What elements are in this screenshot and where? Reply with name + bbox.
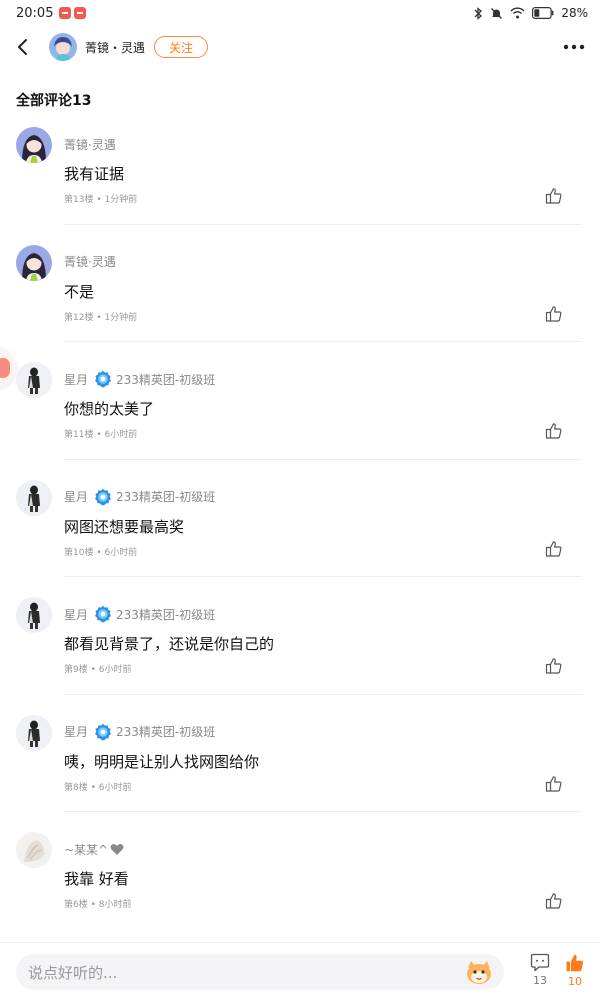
mute-icon	[491, 7, 503, 19]
avatar[interactable]	[16, 127, 52, 163]
user-badge: 233精英团-初级班	[94, 723, 215, 741]
like-icon[interactable]	[545, 892, 563, 910]
wifi-icon	[510, 7, 525, 19]
verified-badge-icon	[95, 370, 112, 388]
comment-text: 我靠 好看	[64, 870, 129, 888]
like-icon[interactable]	[545, 540, 563, 558]
post-header: 菁镜・灵遇 关注	[0, 26, 600, 68]
verified-badge-icon	[95, 605, 112, 623]
divider	[64, 341, 582, 342]
comment-count-button[interactable]: 13	[525, 953, 555, 987]
like-icon[interactable]	[545, 775, 563, 793]
like-icon[interactable]	[545, 422, 563, 440]
badge-text: 233精英团-初级班	[116, 725, 216, 739]
like-count: 10	[568, 975, 582, 988]
comment-meta: 第10楼 • 6小时前	[64, 547, 138, 558]
author-avatar[interactable]	[49, 33, 77, 61]
badge-text: 233精英团-初级班	[116, 372, 216, 387]
comment-input-placeholder: 说点好听的...	[28, 963, 118, 982]
thumbs-up-filled-icon	[566, 954, 584, 972]
comment-list: 菁镜·灵遇 我有证据 第13楼 • 1分钟前 菁镜·灵遇 不是 第12楼 • 1…	[0, 118, 600, 941]
comment-name-row: 星月 233精英团-初级班	[64, 723, 215, 741]
comment-count: 13	[533, 974, 547, 987]
comment-meta: 第11楼 • 6小时前	[64, 430, 138, 440]
battery-icon	[532, 7, 554, 19]
user-badge: 233精英团-初级班	[94, 370, 215, 388]
comment-text: 都看见背景了，还说是你自己的	[64, 635, 275, 653]
divider	[64, 576, 582, 577]
more-icon[interactable]	[562, 35, 586, 59]
comment-item: ~某某^ 我靠 好看 第6楼 • 8小时前	[0, 823, 600, 941]
comment-username[interactable]: 星月	[64, 606, 88, 623]
comment-meta: 第8楼 • 6小时前	[64, 782, 132, 793]
bottom-bar: 说点好听的... 13 10	[0, 942, 600, 1000]
comment-text: 不是	[64, 282, 95, 301]
comment-meta: 第12楼 • 1分钟前	[64, 312, 138, 323]
comment-username[interactable]: 星月	[64, 723, 88, 740]
battery-level: 28%	[561, 6, 588, 20]
divider	[64, 458, 582, 460]
verified-badge-icon	[95, 723, 112, 740]
comment-name-row: 星月 233精英团-初级班	[64, 488, 215, 506]
comment-name-row: 星月 233精英团-初级班	[64, 605, 215, 623]
comment-name-row: 菁镜·灵遇	[64, 254, 116, 270]
comment-username[interactable]: 菁镜·灵遇	[64, 253, 116, 270]
comment-text: 你想的太美了	[64, 400, 155, 418]
avatar[interactable]	[16, 714, 52, 751]
badge-text: 233精英团-初级班	[116, 607, 216, 622]
comment-text: 我有证据	[64, 165, 125, 183]
comment-username[interactable]: ~某某^	[64, 841, 108, 858]
heart-icon	[110, 843, 124, 855]
comment-text: 咦，明明是让别人找网图给你	[64, 752, 260, 771]
comment-item: 菁镜·灵遇 我有证据 第13楼 • 1分钟前	[0, 118, 600, 236]
comment-input[interactable]: 说点好听的...	[16, 954, 504, 990]
status-bar: 20:05 28%	[0, 0, 600, 26]
verified-badge-icon	[95, 488, 112, 505]
follow-button[interactable]: 关注	[154, 36, 209, 58]
status-indicators: 28%	[473, 6, 588, 20]
comment-name-row: 星月 233精英团-初级班	[64, 370, 215, 388]
comments-heading: 全部评论13	[16, 93, 92, 109]
avatar[interactable]	[16, 479, 52, 516]
avatar[interactable]	[16, 832, 52, 868]
comment-username[interactable]: 星月	[64, 371, 88, 388]
divider	[64, 223, 582, 225]
back-icon[interactable]	[3, 26, 43, 68]
comment-item: 星月 233精英团-初级班 你想的太美了 第11楼 • 6小时前	[0, 353, 600, 471]
user-badge: 233精英团-初级班	[94, 605, 215, 623]
comment-username[interactable]: 菁镜·灵遇	[64, 136, 116, 153]
author-name[interactable]: 菁镜・灵遇	[85, 39, 145, 56]
divider	[64, 811, 582, 812]
comment-item: 菁镜·灵遇 不是 第12楼 • 1分钟前	[0, 236, 600, 354]
comment-item: 星月 233精英团-初级班 咦，明明是让别人找网图给你 第8楼 • 6小时前	[0, 706, 600, 824]
comment-icon	[530, 953, 550, 972]
comment-text: 网图还想要最高奖	[64, 517, 185, 536]
bluetooth-icon	[474, 6, 483, 20]
like-icon[interactable]	[545, 187, 563, 205]
comment-name-row: ~某某^	[64, 841, 124, 857]
divider	[64, 693, 582, 695]
comment-meta: 第6楼 • 8小时前	[64, 900, 132, 910]
like-count-button[interactable]: 10	[560, 953, 590, 988]
like-icon[interactable]	[545, 305, 563, 323]
avatar[interactable]	[16, 244, 52, 281]
avatar[interactable]	[16, 362, 52, 398]
like-icon[interactable]	[545, 657, 563, 675]
comment-username[interactable]: 星月	[64, 488, 88, 505]
mascot-icon[interactable]	[464, 958, 494, 986]
comment-item: 星月 233精英团-初级班 都看见背景了，还说是你自己的 第9楼 • 6小时前	[0, 588, 600, 706]
comment-item: 星月 233精英团-初级班 网图还想要最高奖 第10楼 • 6小时前	[0, 471, 600, 589]
status-time: 20:05	[16, 5, 54, 21]
comment-name-row: 菁镜·灵遇	[64, 136, 116, 152]
notification-icons	[59, 7, 87, 19]
comment-meta: 第13楼 • 1分钟前	[64, 195, 138, 205]
badge-text: 233精英团-初级班	[116, 490, 216, 504]
user-badge: 233精英团-初级班	[94, 488, 215, 506]
comment-meta: 第9楼 • 6小时前	[64, 665, 132, 675]
avatar[interactable]	[16, 597, 52, 633]
